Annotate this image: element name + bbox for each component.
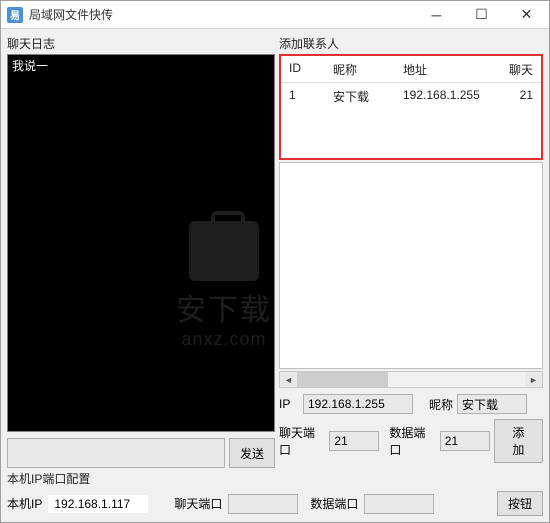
titlebar: 易 局域网文件快传 ─ ☐ ✕ <box>1 1 549 29</box>
chat-log: 我说一 <box>7 54 275 432</box>
local-data-port-field[interactable] <box>364 494 434 514</box>
message-input[interactable] <box>7 438 225 468</box>
contacts-list-area <box>279 162 543 369</box>
ip-label: IP <box>279 397 299 411</box>
cell-chat: 21 <box>503 88 533 105</box>
minimize-button[interactable]: ─ <box>414 1 459 29</box>
scroll-thumb[interactable] <box>297 372 388 387</box>
col-header-nick: 昵称 <box>333 61 403 78</box>
scroll-right-icon[interactable]: ► <box>525 372 542 387</box>
cell-id: 1 <box>289 88 333 105</box>
local-chat-port-label: 聊天端口 <box>174 495 222 512</box>
nick-label: 昵称 <box>429 396 453 413</box>
data-port-label: 数据端口 <box>389 424 435 458</box>
config-button[interactable]: 按钮 <box>497 491 543 516</box>
ip-field[interactable] <box>303 394 413 414</box>
window-title: 局域网文件快传 <box>29 6 414 23</box>
col-header-chat: 聊天 <box>503 61 533 78</box>
chat-port-field[interactable] <box>329 431 379 451</box>
cell-addr: 192.168.1.255 <box>403 88 503 105</box>
scroll-left-icon[interactable]: ◄ <box>280 372 297 387</box>
chat-log-line: 我说一 <box>12 57 270 74</box>
scroll-track[interactable] <box>297 372 525 387</box>
send-button[interactable]: 发送 <box>229 438 275 468</box>
contacts-label: 添加联系人 <box>279 35 543 52</box>
local-ip-value: 192.168.1.117 <box>48 495 148 513</box>
local-config-label: 本机IP端口配置 <box>7 470 543 487</box>
local-chat-port-field[interactable] <box>228 494 298 514</box>
col-header-addr: 地址 <box>403 61 503 78</box>
horizontal-scrollbar[interactable]: ◄ ► <box>279 371 543 388</box>
nick-field[interactable] <box>457 394 527 414</box>
add-button[interactable]: 添加 <box>494 419 543 463</box>
table-row[interactable]: 1 安下载 192.168.1.255 21 <box>281 83 541 110</box>
data-port-field[interactable] <box>440 431 490 451</box>
local-ip-label: 本机IP <box>7 495 42 512</box>
col-header-id: ID <box>289 61 333 78</box>
contacts-header-row: ID 昵称 地址 聊天 <box>281 56 541 83</box>
chat-port-label: 聊天端口 <box>279 424 325 458</box>
close-button[interactable]: ✕ <box>504 1 549 29</box>
chat-log-label: 聊天日志 <box>7 35 275 52</box>
maximize-button[interactable]: ☐ <box>459 1 504 29</box>
local-data-port-label: 数据端口 <box>310 495 358 512</box>
contacts-highlight-box: ID 昵称 地址 聊天 1 安下载 192.168.1.255 21 <box>279 54 543 160</box>
cell-nick: 安下载 <box>333 88 403 105</box>
app-icon: 易 <box>7 7 23 23</box>
